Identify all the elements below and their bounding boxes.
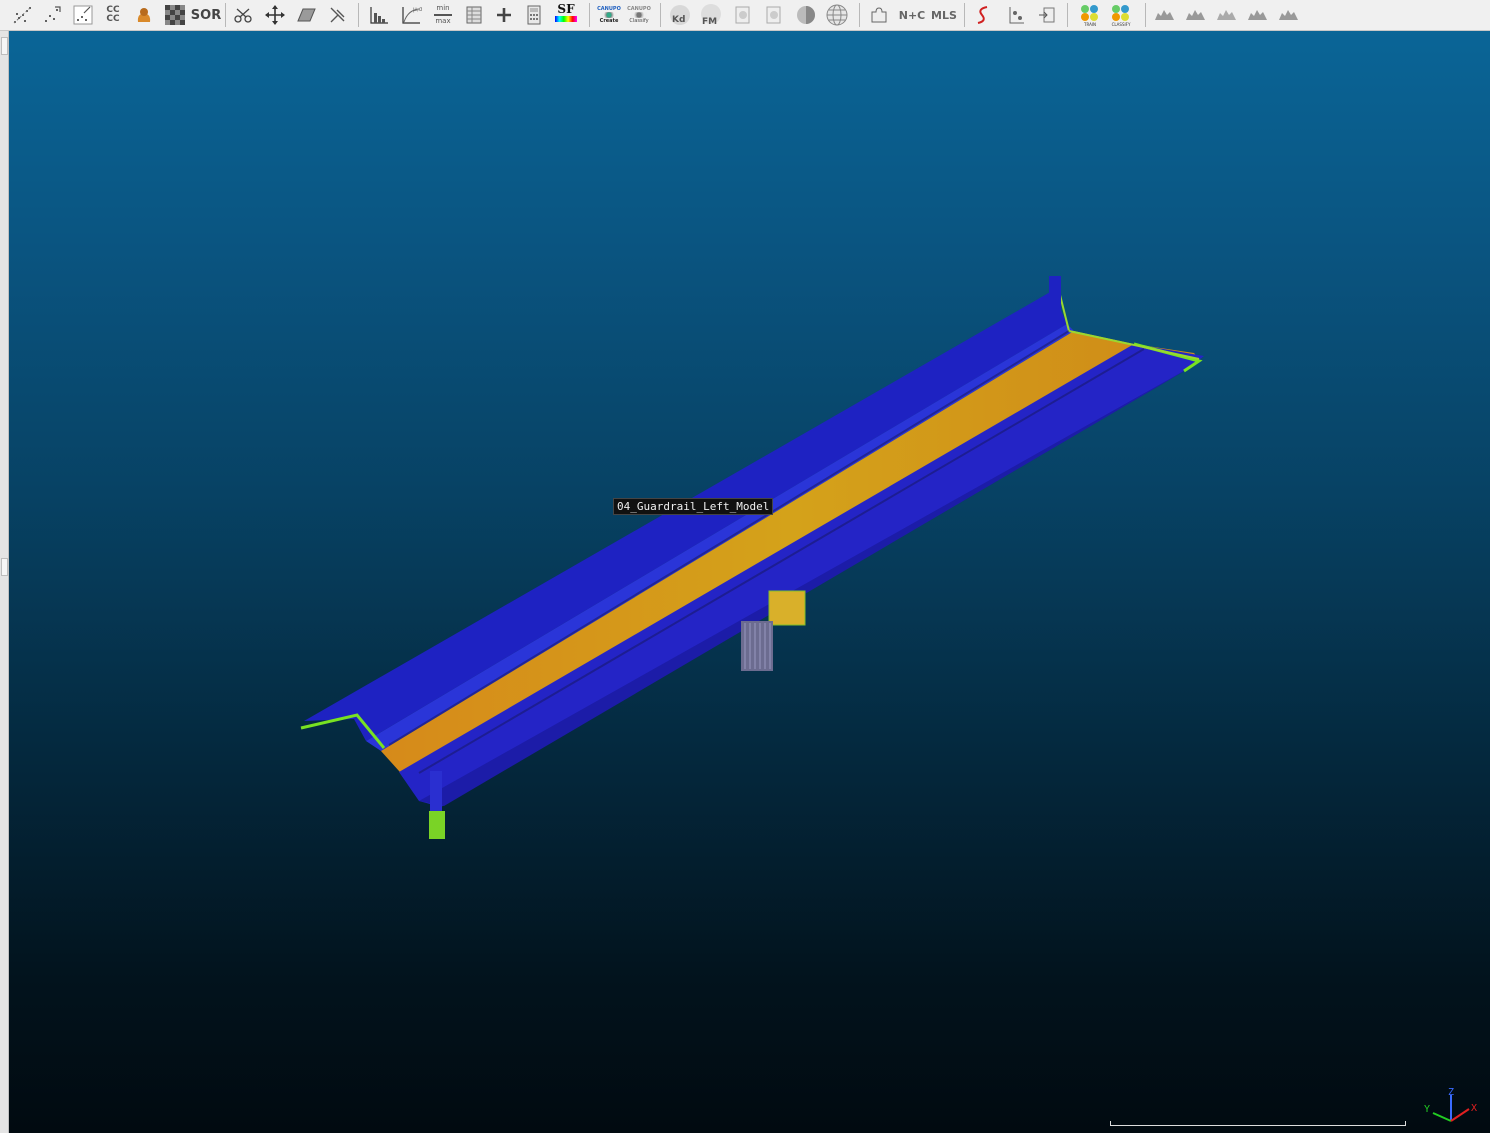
scale-bar xyxy=(1110,1121,1406,1126)
left-dock-strip[interactable] xyxy=(0,31,9,1133)
x-axis-label: X xyxy=(1471,1103,1477,1114)
canupo-create-label: Create xyxy=(599,18,619,24)
min-max-top: min xyxy=(436,4,450,12)
min-max-icon[interactable]: min max xyxy=(430,2,456,28)
sf-color-scale-icon[interactable]: SF xyxy=(553,2,579,28)
point-cloud-model[interactable] xyxy=(9,31,1490,1133)
cross-section-icon[interactable] xyxy=(324,2,350,28)
add-sf-icon[interactable] xyxy=(491,2,517,28)
3dmasc-train-icon[interactable]: TRAIN xyxy=(1077,2,1103,28)
noise-filter-icon[interactable] xyxy=(131,2,157,28)
kd-tree-icon[interactable]: Kd xyxy=(667,2,693,28)
deck-ridge-line-2 xyxy=(418,348,1145,774)
normals-curvature-icon[interactable]: N+C xyxy=(898,2,926,28)
left-rail-top-edge xyxy=(366,324,1074,751)
s-curve-icon[interactable] xyxy=(970,2,996,28)
object-name-label: 04_Guardrail_Left_Model xyxy=(613,498,774,515)
scissors-icon[interactable] xyxy=(230,2,256,28)
end-post-foot xyxy=(429,811,445,839)
y-axis-line xyxy=(1432,1112,1452,1122)
main-toolbar: CC CC SOR μ,σ min max SF CANUPO Create C… xyxy=(0,0,1490,31)
canupo-create-icon[interactable]: CANUPO Create xyxy=(596,2,622,28)
translate-rotate-icon[interactable] xyxy=(262,2,288,28)
connected-components-icon[interactable]: CC CC xyxy=(100,2,126,28)
toolbar-separator xyxy=(1145,3,1146,27)
3dmasc-train-label: TRAIN xyxy=(1084,21,1096,27)
sor-filter-icon[interactable]: SOR xyxy=(191,2,221,28)
sf-label: SF xyxy=(557,2,575,16)
toolbar-separator xyxy=(859,3,860,27)
support-column xyxy=(741,621,773,671)
sf-table-icon[interactable] xyxy=(461,2,487,28)
checkerboard-icon[interactable] xyxy=(162,2,188,28)
kd-label: Kd xyxy=(672,15,685,25)
dock-handle-top[interactable] xyxy=(1,37,8,55)
toolbar-separator xyxy=(964,3,965,27)
3d-viewport[interactable]: 04_Guardrail_Left_Model Z Y X xyxy=(9,31,1490,1133)
segment-tool-icon[interactable] xyxy=(1034,2,1060,28)
axis-triad: Z Y X xyxy=(1424,1087,1477,1122)
globe-icon[interactable] xyxy=(824,2,850,28)
scalar-import-icon[interactable] xyxy=(761,2,787,28)
normals-icon[interactable] xyxy=(70,2,96,28)
deck-ridge-line xyxy=(388,330,1070,746)
scalar-export-icon[interactable] xyxy=(730,2,756,28)
puzzle-icon[interactable] xyxy=(866,2,892,28)
toolbar-separator xyxy=(225,3,226,27)
building-e-icon[interactable] xyxy=(1276,2,1302,28)
z-axis-label: Z xyxy=(1448,1087,1454,1098)
histogram-icon[interactable] xyxy=(366,2,392,28)
canupo-classify-label: Classify xyxy=(629,18,649,24)
building-d-icon[interactable] xyxy=(1245,2,1271,28)
dock-handle-middle[interactable] xyxy=(1,558,8,576)
svg-text:μ,σ: μ,σ xyxy=(413,6,422,13)
toolbar-separator xyxy=(358,3,359,27)
right-rail-surface xyxy=(399,344,1204,807)
sf-curve-icon[interactable]: μ,σ xyxy=(398,2,424,28)
plane-fit-icon[interactable] xyxy=(293,2,319,28)
subsample-icon[interactable] xyxy=(39,2,65,28)
sample-points-icon[interactable] xyxy=(9,2,35,28)
mls-icon[interactable]: MLS xyxy=(930,2,958,28)
support-bracket xyxy=(768,590,806,626)
3dmasc-classify-icon[interactable]: CLASSIFY xyxy=(1108,2,1134,28)
end-post-top xyxy=(1049,276,1061,311)
building-c-icon[interactable] xyxy=(1214,2,1240,28)
toolbar-separator xyxy=(660,3,661,27)
toolbar-separator xyxy=(1067,3,1068,27)
x-axis-line xyxy=(1450,1108,1470,1122)
min-max-bottom: max xyxy=(435,17,451,25)
toolbar-separator xyxy=(589,3,590,27)
point-pair-icon[interactable] xyxy=(1003,2,1029,28)
calculator-icon[interactable] xyxy=(521,2,547,28)
fm-label: FM xyxy=(702,17,717,27)
building-b-icon[interactable] xyxy=(1183,2,1209,28)
building-a-icon[interactable] xyxy=(1152,2,1178,28)
left-rail-surface xyxy=(304,291,1067,741)
y-axis-label: Y xyxy=(1424,1104,1430,1115)
fm-icon[interactable]: FM xyxy=(698,2,724,28)
3dmasc-classify-label: CLASSIFY xyxy=(1111,21,1131,27)
shaded-sphere-icon[interactable] xyxy=(793,2,819,28)
canupo-classify-icon[interactable]: CANUPO Classify xyxy=(626,2,652,28)
